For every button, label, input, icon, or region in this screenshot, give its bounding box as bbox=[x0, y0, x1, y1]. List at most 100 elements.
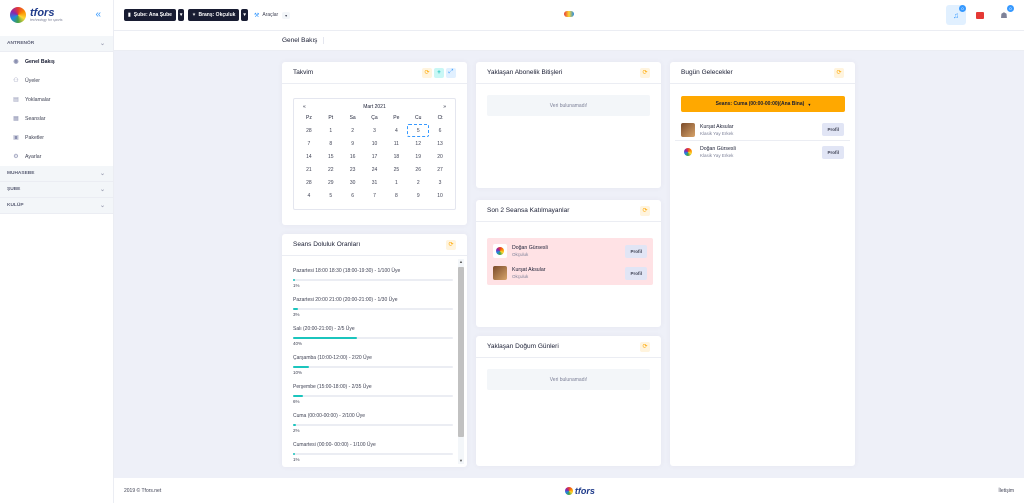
calendar-day[interactable]: 6 bbox=[342, 189, 364, 202]
calendar-day[interactable]: 1 bbox=[320, 124, 342, 137]
calendar-day[interactable]: 23 bbox=[342, 163, 364, 176]
absent-list: Doğan Gürsesli Okçuluk Profil Kurşat Aks… bbox=[487, 238, 653, 285]
calendar-weekday: Cu bbox=[415, 115, 422, 121]
calendar-day[interactable]: 8 bbox=[385, 189, 407, 202]
card-header: Seans Doluluk Oranları ⟳ bbox=[282, 234, 467, 256]
sidebar-section-kulup[interactable]: KULÜP ⌄ bbox=[0, 198, 113, 214]
calendar-day[interactable]: 26 bbox=[407, 163, 429, 176]
expand-icon[interactable]: ⤢ bbox=[446, 67, 456, 78]
calendar-day[interactable]: 31 bbox=[364, 176, 386, 189]
session-select-button[interactable]: Seans: Cuma (00:00-00:00)(Ana Bina) ▾ bbox=[681, 96, 845, 112]
calendar-day[interactable]: 1 bbox=[385, 176, 407, 189]
calendar-day[interactable]: 14 bbox=[298, 150, 320, 163]
notification-button[interactable]: ♫ 0 bbox=[946, 5, 966, 25]
user-icon: ☗ bbox=[1000, 10, 1008, 20]
calendar-day[interactable]: 17 bbox=[364, 150, 386, 163]
occupancy-progress-bar bbox=[293, 366, 453, 368]
sidebar-item-paketler[interactable]: ▣ Paketler bbox=[0, 128, 113, 147]
sidebar-item-uyeler[interactable]: ⚇ Üyeler bbox=[0, 71, 113, 90]
sidebar-item-label: Seanslar bbox=[25, 115, 46, 122]
sidebar-section-muhasebe[interactable]: MUHASEBE ⌄ bbox=[0, 166, 113, 182]
sidebar-item-label: Ayarlar bbox=[25, 153, 42, 160]
scroll-down-icon[interactable]: ▼ bbox=[458, 458, 464, 463]
calendar-day[interactable]: 18 bbox=[385, 150, 407, 163]
calendar-day[interactable]: 5 bbox=[407, 124, 430, 137]
add-icon[interactable]: + bbox=[434, 67, 444, 78]
person-name[interactable]: Kurşat Aksular bbox=[512, 267, 625, 273]
calendar-day[interactable]: 10 bbox=[429, 189, 451, 202]
calendar-day[interactable]: 4 bbox=[298, 189, 320, 202]
refresh-icon[interactable]: ⟳ bbox=[834, 67, 844, 78]
calendar-day[interactable]: 28 bbox=[298, 124, 320, 137]
footer-contact-link[interactable]: İletişim bbox=[998, 488, 1014, 494]
calendar-day[interactable]: 12 bbox=[407, 137, 429, 150]
calendar-day[interactable]: 8 bbox=[320, 137, 342, 150]
sidebar-item-seanslar[interactable]: ▦ Seanslar bbox=[0, 109, 113, 128]
sidebar-item-yoklamalar[interactable]: ▤ Yoklamalar bbox=[0, 90, 113, 109]
refresh-icon[interactable]: ⟳ bbox=[640, 341, 650, 352]
occupancy-item: Pazartesi 18:00 18:30 (18:00-19:30) - 1/… bbox=[293, 265, 453, 294]
discipline-dropdown-caret[interactable]: ▾ bbox=[241, 9, 248, 21]
calendar-day[interactable]: 7 bbox=[298, 137, 320, 150]
card-title: Yaklaşan Abonelik Bitişleri bbox=[487, 69, 563, 76]
calendar-day[interactable]: 28 bbox=[298, 176, 320, 189]
discipline-select-button[interactable]: ⑂ Branş: Okçuluk bbox=[188, 9, 240, 21]
person-name[interactable]: Doğan Gürsesli bbox=[512, 245, 625, 251]
refresh-icon[interactable]: ⟳ bbox=[422, 67, 432, 78]
sidebar-section-antrenor[interactable]: ANTRENÖR ⌄ bbox=[0, 36, 113, 52]
profile-button[interactable]: Profil bbox=[625, 244, 647, 258]
tfors-logo-icon bbox=[10, 7, 26, 23]
calendar-day[interactable]: 3 bbox=[429, 176, 451, 189]
list-item: Kurşat Aksular Klasik Yay Erkek Profil bbox=[675, 119, 850, 141]
card-title: Takvim bbox=[293, 69, 314, 76]
calendar-day[interactable]: 27 bbox=[429, 163, 451, 176]
person-name[interactable]: Kurşat Aksular bbox=[700, 124, 822, 130]
calendar-prev-button[interactable]: « bbox=[303, 104, 306, 110]
occupancy-card: Seans Doluluk Oranları ⟳ Pazartesi 18:00… bbox=[282, 234, 467, 467]
calendar-day[interactable]: 2 bbox=[407, 176, 429, 189]
calendar-day[interactable]: 11 bbox=[385, 137, 407, 150]
branch-select-button[interactable]: ▮ Şube: Ana Şube bbox=[124, 9, 176, 21]
scrollbar-thumb[interactable] bbox=[458, 267, 464, 437]
person-name[interactable]: Doğan Gürsesli bbox=[700, 146, 822, 152]
calendar-day[interactable]: 22 bbox=[320, 163, 342, 176]
brand[interactable]: tfors technology for sports « bbox=[0, 0, 113, 30]
branch-dropdown-caret[interactable]: ▾ bbox=[177, 9, 185, 21]
profile-button[interactable]: Profil bbox=[822, 145, 844, 159]
calendar-day[interactable]: 21 bbox=[298, 163, 320, 176]
calendar-day[interactable]: 4 bbox=[385, 124, 407, 137]
sidebar-item-ayarlar[interactable]: ⚙ Ayarlar bbox=[0, 147, 113, 166]
profile-button[interactable]: Profil bbox=[822, 123, 844, 136]
calendar-day[interactable]: 29 bbox=[320, 176, 342, 189]
calendar-day[interactable]: 25 bbox=[385, 163, 407, 176]
calendar-next-button[interactable]: » bbox=[443, 104, 446, 110]
profile-button[interactable]: Profil bbox=[625, 266, 647, 280]
calendar-day[interactable]: 2 bbox=[342, 124, 364, 137]
calendar-day[interactable]: 10 bbox=[364, 137, 386, 150]
calendar-day[interactable]: 9 bbox=[407, 189, 429, 202]
refresh-icon[interactable]: ⟳ bbox=[640, 67, 650, 78]
calendar-day[interactable]: 24 bbox=[364, 163, 386, 176]
calendar-month-label[interactable]: Mart 2021 bbox=[363, 104, 386, 110]
tfors-logo-icon bbox=[564, 486, 573, 495]
calendar-day[interactable]: 20 bbox=[429, 150, 451, 163]
sidebar-section-sube[interactable]: ŞUBE ⌄ bbox=[0, 182, 113, 198]
calendar-day[interactable]: 15 bbox=[320, 150, 342, 163]
refresh-icon[interactable]: ⟳ bbox=[446, 239, 456, 250]
calendar-day[interactable]: 16 bbox=[342, 150, 364, 163]
user-menu-button[interactable]: ☗ 0 bbox=[994, 5, 1014, 25]
calendar-day[interactable]: 5 bbox=[320, 189, 342, 202]
sidebar-item-genel-bakis[interactable]: ◉ Genel Bakış bbox=[0, 52, 113, 71]
calendar-day[interactable]: 30 bbox=[342, 176, 364, 189]
calendar-day[interactable]: 13 bbox=[429, 137, 451, 150]
calendar-day[interactable]: 6 bbox=[429, 124, 451, 137]
refresh-icon[interactable]: ⟳ bbox=[640, 205, 650, 216]
scroll-up-icon[interactable]: ▲ bbox=[458, 259, 464, 264]
calendar-day[interactable]: 19 bbox=[407, 150, 429, 163]
calendar-day[interactable]: 7 bbox=[364, 189, 386, 202]
language-button[interactable] bbox=[970, 5, 990, 25]
calendar-day[interactable]: 3 bbox=[364, 124, 386, 137]
tools-menu-button[interactable]: ⚒ Araçlar ▾ bbox=[254, 11, 291, 19]
sidebar-toggle-icon[interactable]: « bbox=[95, 9, 101, 20]
calendar-day[interactable]: 9 bbox=[342, 137, 364, 150]
